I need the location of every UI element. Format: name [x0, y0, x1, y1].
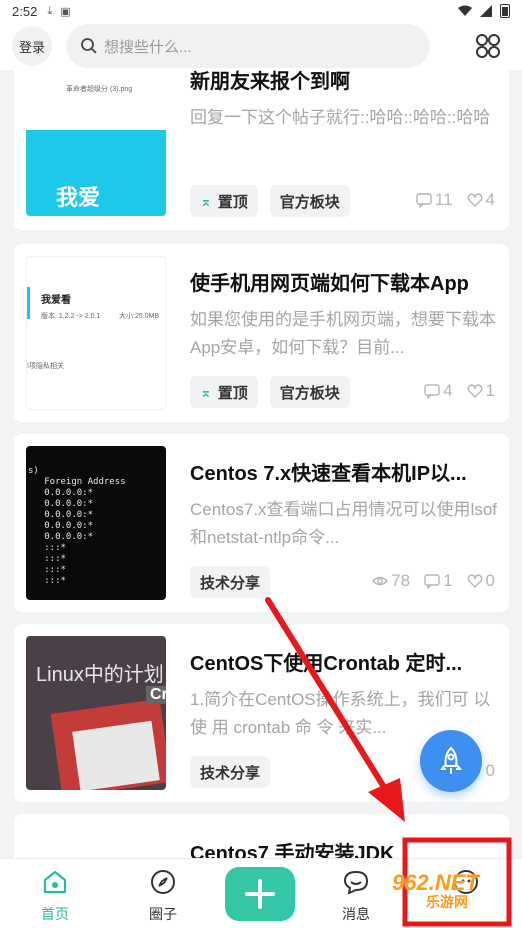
thumb-size: 大小:25.0MB [119, 313, 160, 320]
post-title[interactable]: 新朋友来报个到啊 [190, 70, 497, 96]
rocket-icon [439, 746, 463, 774]
nav-label: 首页 [41, 906, 69, 922]
comment-count: 11 [416, 190, 453, 210]
view-count-value: 78 [391, 571, 411, 590]
pin-top-icon: ⌅ [200, 383, 212, 400]
like-count[interactable]: 0 [467, 571, 495, 591]
nav-circle[interactable]: 圈子 [133, 869, 193, 924]
nav-label: 圈子 [149, 906, 177, 922]
login-button[interactable]: 登录 [12, 26, 52, 66]
top-bar: 登录 想搜些什么... [0, 22, 522, 70]
search-icon [81, 38, 97, 54]
post-excerpt: 回复一下这个帖子就行::哈哈::哈哈::哈哈 [190, 108, 491, 127]
post-excerpt: 如果您使用的是手机网页端，想要下载本App安卓，如何下载？目前... [190, 310, 496, 357]
comment-icon [424, 384, 440, 399]
watermark-subtext: 乐游网 [426, 894, 468, 910]
tag-label: 官方板块 [279, 384, 340, 402]
home-icon [43, 870, 67, 894]
comment-count-value: 1 [443, 571, 453, 590]
tag-label: 技术分享 [200, 574, 261, 592]
watermark: 962.NET 乐游网 [392, 870, 479, 912]
tag-official[interactable]: 官方板块 [269, 185, 350, 217]
battery-icon [500, 4, 510, 18]
comment-count: 1 [424, 571, 453, 591]
thumb-title: 我爱看 [41, 295, 71, 306]
signal-icon [480, 5, 492, 17]
compass-icon [151, 870, 175, 894]
search-input[interactable]: 想搜些什么... [66, 24, 430, 68]
nav-label: 消息 [342, 906, 370, 922]
post-title[interactable]: 使手机用网页端如何下载本App [190, 270, 497, 298]
tag-official[interactable]: 官方板块 [269, 376, 350, 408]
thumb-badge: Cr [146, 686, 166, 704]
thumb-version: 版本: 1.2.2 -> 2.0.1 [41, 313, 101, 320]
post-card[interactable]: 我爱看 版本: 1.2.2 -> 2.0.1 大小:25.0MB !项隐私相关 … [14, 244, 509, 422]
category-grid-icon[interactable] [474, 32, 502, 60]
comment-count-value: 11 [434, 190, 453, 209]
nav-messages[interactable]: 消息 [326, 869, 386, 924]
plus-icon [245, 879, 275, 909]
terminal-text: s) Foreign Address 0.0.0.0:* 0.0.0.0:* 0… [28, 466, 126, 586]
wifi-icon [458, 5, 472, 16]
eye-icon [372, 576, 389, 586]
tag-tech-share[interactable]: 技术分享 [190, 756, 271, 788]
like-count-value: 1 [485, 381, 495, 400]
post-title[interactable]: Centos7 手动安装JDK [190, 840, 497, 858]
tag-pinned[interactable]: ⌅ 置顶 [190, 376, 258, 408]
tag-pinned[interactable]: ⌅ 置顶 [190, 185, 258, 217]
heart-icon [467, 193, 482, 207]
rocket-back-to-top-button[interactable] [420, 730, 482, 792]
tag-label: 官方板块 [279, 193, 340, 211]
post-title[interactable]: Centos 7.x快速查看本机IP以... [190, 460, 497, 488]
chat-bubble-icon [343, 870, 369, 895]
comment-icon [424, 574, 440, 589]
thumb-text: 我爱 [56, 185, 101, 210]
notification-a-icon: ▣ [60, 5, 71, 18]
thumb-text: Linux中的计划 [36, 664, 164, 686]
like-count-value: 0 [485, 571, 495, 590]
post-thumbnail: s) Foreign Address 0.0.0.0:* 0.0.0.0:* 0… [26, 446, 166, 600]
thumb-caption: 革命者超级分 (3).png [66, 86, 133, 93]
download-icon: ⤓ [47, 4, 53, 17]
tag-label: 置顶 [217, 384, 248, 402]
create-post-button[interactable] [225, 867, 295, 921]
post-card[interactable]: s) Foreign Address 0.0.0.0:* 0.0.0.0:* 0… [14, 434, 509, 612]
heart-icon [467, 574, 482, 588]
comment-icon [416, 193, 432, 208]
like-count-value: 4 [485, 190, 495, 209]
post-card[interactable]: 革命者超级分 (3).png 我爱 新朋友来报个到啊 回复一下这个帖子就行::哈… [14, 70, 509, 230]
post-card[interactable]: Centos7 手动安装JDK [14, 814, 509, 858]
pin-top-icon: ⌅ [200, 192, 212, 209]
thumb-note: !项隐私相关 [27, 363, 64, 370]
post-thumbnail: 革命者超级分 (3).png 我爱 [26, 70, 166, 216]
post-thumbnail: Linux中的计划 Cr [26, 636, 166, 790]
view-count: 78 [372, 571, 410, 591]
post-thumbnail: 我爱看 版本: 1.2.2 -> 2.0.1 大小:25.0MB !项隐私相关 [26, 256, 166, 410]
status-bar: 2:52 ⤓ ▣ [0, 0, 522, 22]
like-count[interactable]: 1 [467, 381, 495, 401]
nav-home[interactable]: 首页 [25, 869, 85, 924]
post-excerpt: Centos7.x查看端口占用情况可以使用lsof和netstat-ntlp命令… [190, 500, 497, 547]
tag-label: 置顶 [217, 193, 248, 211]
post-title[interactable]: CentOS下使用Crontab 定时... [190, 650, 497, 678]
like-count[interactable]: 4 [467, 190, 495, 210]
like-count-value: 0 [485, 761, 495, 780]
status-time: 2:52 [12, 3, 38, 19]
tag-label: 技术分享 [200, 764, 261, 782]
comment-count: 4 [424, 381, 453, 401]
heart-icon [467, 384, 482, 398]
like-count[interactable]: 0 [486, 761, 495, 781]
search-placeholder: 想搜些什么... [104, 38, 192, 56]
tag-tech-share[interactable]: 技术分享 [190, 566, 271, 598]
comment-count-value: 4 [443, 381, 453, 400]
